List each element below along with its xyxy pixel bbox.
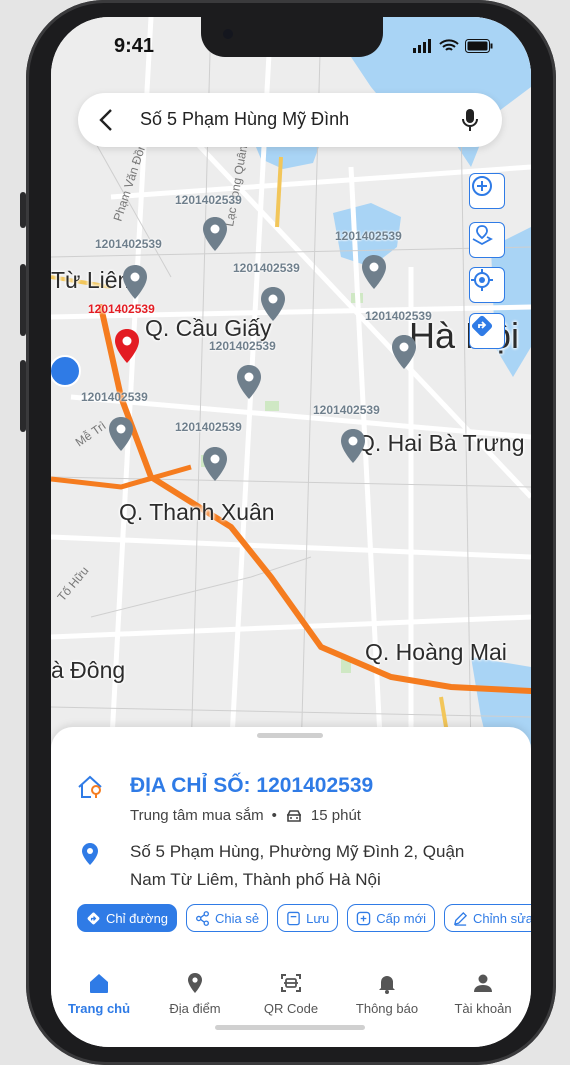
pin-label: 1201402539: [335, 229, 402, 243]
map-layers-button[interactable]: [469, 222, 505, 258]
bottom-navigation: Trang chủ Địa điểm QR Code Thông báo Tài…: [51, 965, 531, 1025]
plus-circle-icon: [472, 176, 492, 196]
nav-item-home[interactable]: Trang chủ: [51, 965, 147, 1025]
location-pin-icon: [188, 973, 202, 993]
map-pin-icon[interactable]: [109, 417, 133, 451]
meta-separator: •: [271, 807, 277, 824]
search-query[interactable]: Số 5 Phạm Hùng Mỹ Đình: [140, 109, 349, 130]
place-category: Trung tâm mua sắm: [130, 807, 264, 824]
directions-icon: [87, 912, 100, 924]
microphone-icon[interactable]: [460, 107, 480, 133]
pin-label: 1201402539: [313, 403, 380, 417]
status-time: 9:41: [114, 35, 155, 57]
mute-switch: [20, 192, 26, 228]
location-pin-icon: [82, 843, 98, 865]
map-pin-icon[interactable]: [203, 217, 227, 251]
chip-label: Lưu: [306, 910, 330, 926]
action-chips: Chỉ đường Chia sẻ Lưu Cấp mới Chỉnh sửa: [77, 904, 531, 932]
search-bar[interactable]: Số 5 Phạm Hùng Mỹ Đình: [78, 93, 502, 147]
signal-icon: [413, 39, 431, 53]
map-pin-icon[interactable]: [261, 287, 285, 321]
home-indicator: [215, 1025, 365, 1030]
district-label-thanh-xuan: Q. Thanh Xuân: [119, 499, 275, 525]
user-icon: [474, 974, 492, 992]
district-label-hai-ba-trung: Q. Hai Bà Trưng: [357, 430, 525, 456]
pin-label: 1201402539: [365, 309, 432, 323]
pin-label: 1201402539: [233, 261, 300, 275]
chip-label: Chỉ đường: [106, 910, 169, 926]
volume-up-button: [20, 264, 26, 336]
home-location-icon: [78, 775, 102, 798]
qr-scan-icon: [281, 974, 301, 992]
nav-label: Tài khoản: [454, 1001, 512, 1016]
nav-item-places[interactable]: Địa điểm: [147, 965, 243, 1025]
share-chip[interactable]: Chia sẻ: [186, 904, 269, 932]
nav-item-qr-code[interactable]: QR Code: [243, 965, 339, 1025]
chip-label: Cấp mới: [376, 910, 426, 926]
travel-duration: 15 phút: [310, 807, 361, 824]
issue-new-chip[interactable]: Cấp mới: [347, 904, 435, 932]
camera: [223, 29, 233, 39]
back-arrow-icon[interactable]: [96, 107, 118, 133]
map-pin-icon[interactable]: [341, 429, 365, 463]
place-detail-sheet: ĐỊA CHỈ SỐ: 1201402539 Trung tâm mua sắm…: [51, 727, 531, 1047]
nav-label: Địa điểm: [169, 1001, 221, 1016]
home-icon: [90, 974, 108, 993]
edit-chip[interactable]: Chỉnh sửa: [444, 904, 531, 932]
directions-chip[interactable]: Chỉ đường: [77, 904, 178, 932]
nav-item-account[interactable]: Tài khoản: [435, 965, 531, 1025]
map-pin-icon[interactable]: [123, 265, 147, 299]
selected-pin-label: 1201402539: [88, 302, 155, 316]
nav-item-notifications[interactable]: Thông báo: [339, 965, 435, 1025]
pencil-icon: [453, 911, 468, 926]
district-label-ha-dong: à Đông: [51, 657, 126, 683]
status-icons: [413, 39, 493, 53]
map-pin-icon[interactable]: [203, 447, 227, 481]
chip-label: Chỉnh sửa: [473, 910, 531, 926]
directions-button[interactable]: [469, 313, 505, 349]
notch: [201, 17, 383, 57]
map-pin-icon[interactable]: [362, 255, 386, 289]
place-meta: Trung tâm mua sắm • 15 phút: [130, 807, 361, 824]
nav-label: QR Code: [263, 1001, 319, 1016]
nav-label: Thông báo: [355, 1001, 419, 1016]
volume-down-button: [20, 360, 26, 432]
phone-screen: Phạm Văn Đồng Lạc Long Quân Mễ Trì Tố Hữ…: [51, 17, 531, 1047]
pin-label: 1201402539: [81, 390, 148, 404]
chip-label: Chia sẻ: [215, 910, 260, 926]
share-icon: [196, 910, 210, 926]
save-chip[interactable]: Lưu: [277, 904, 339, 932]
pin-label: 1201402539: [95, 237, 162, 251]
crosshair-icon: [471, 269, 493, 291]
map-layers-icon: [472, 225, 493, 246]
directions-icon: [471, 315, 493, 337]
map-pin-icon[interactable]: [392, 335, 416, 369]
plus-square-icon: [357, 911, 371, 925]
district-label-hoang-mai: Q. Hoàng Mai: [365, 639, 507, 665]
place-title: ĐỊA CHỈ SỐ: 1201402539: [130, 774, 374, 797]
district-label-cau-giay: Q. Cầu Giấy: [145, 315, 272, 341]
map-pin-icon[interactable]: [237, 365, 261, 399]
locate-me-button[interactable]: [469, 267, 505, 303]
bell-icon: [379, 976, 395, 994]
battery-icon: [465, 39, 493, 53]
wifi-icon: [439, 39, 459, 51]
car-icon: [286, 809, 301, 822]
selected-pin-icon[interactable]: [115, 329, 139, 363]
pin-label: 1201402539: [175, 193, 242, 207]
pin-label: 1201402539: [175, 420, 242, 434]
bookmark-icon: [287, 911, 300, 925]
pin-label: 1201402539: [209, 339, 276, 353]
place-address: Số 5 Phạm Hùng, Phường Mỹ Đình 2, Quận N…: [130, 842, 465, 889]
nav-label: Trang chủ: [67, 1001, 131, 1016]
sheet-drag-handle[interactable]: [257, 733, 323, 738]
zoom-in-button[interactable]: [469, 173, 505, 209]
